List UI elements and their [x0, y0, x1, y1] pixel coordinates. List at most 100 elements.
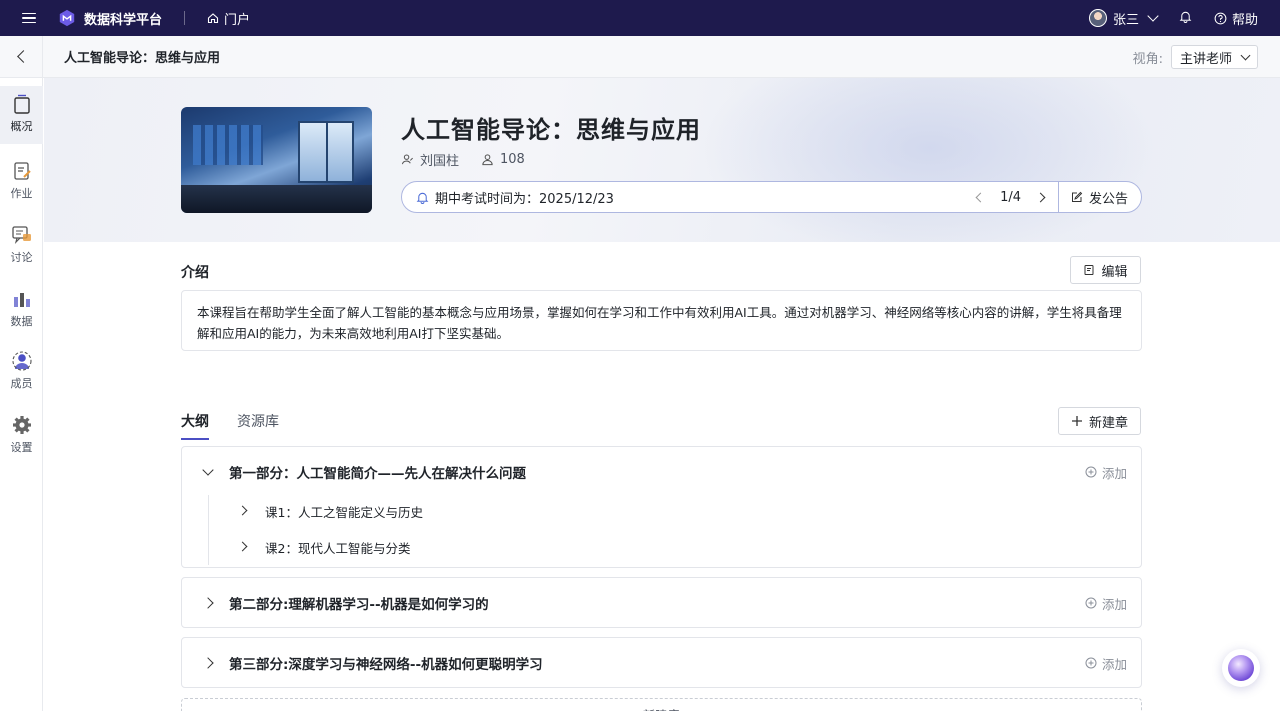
chapter-header[interactable]: 第三部分:深度学习与神经网络--机器如何更聪明学习 添加 [182, 638, 1141, 688]
app-logo[interactable]: 数据科学平台 [58, 9, 162, 28]
teacher-name: 刘国柱 [420, 154, 460, 169]
intro-title: 介绍 [181, 265, 209, 281]
gear-icon [12, 416, 31, 434]
add-button[interactable]: 添加 [1085, 594, 1127, 613]
rail-label: 数据 [10, 315, 33, 328]
cover-window [298, 121, 354, 183]
chapter-header[interactable]: 第二部分:理解机器学习--机器是如何学习的 添加 [182, 578, 1141, 628]
add-circle-icon [1085, 657, 1097, 669]
plus-icon [1071, 416, 1082, 426]
rail-label: 讨论 [10, 251, 33, 264]
rail-item-discussion[interactable]: 讨论 [0, 224, 43, 265]
tab-resources[interactable]: 资源库 [237, 411, 279, 440]
add-button[interactable]: 添加 [1085, 654, 1127, 673]
chapter-title: 第一部分：人工智能简介——先人在解决什么问题 [229, 466, 526, 482]
cover-panel [193, 125, 263, 165]
add-button[interactable]: 添加 [1085, 463, 1127, 482]
student-count-value: 108 [500, 152, 525, 167]
lesson-item[interactable]: 课1：人工之智能定义与历史 [182, 496, 1141, 526]
view-label: 视角: [1132, 51, 1163, 67]
chapter-card: 第三部分:深度学习与神经网络--机器如何更聪明学习 添加 [181, 637, 1142, 688]
tab-outline[interactable]: 大纲 [181, 411, 209, 440]
app-name: 数据科学平台 [84, 12, 163, 28]
logo-icon [59, 9, 75, 27]
user-menu[interactable]: 张三 [1088, 9, 1159, 28]
data-icon [13, 293, 30, 307]
divider [1058, 182, 1059, 212]
bell-icon [1179, 11, 1192, 23]
chevron-left-icon[interactable] [975, 192, 986, 202]
add-circle-icon [1085, 466, 1097, 478]
student-count: 108 [481, 152, 525, 167]
chapter-card: 第二部分:理解机器学习--机器是如何学习的 添加 [181, 577, 1142, 628]
chevron-right-icon [237, 505, 248, 516]
help-button[interactable]: 帮助 [1214, 9, 1258, 28]
chapter-title: 第三部分:深度学习与神经网络--机器如何更聪明学习 [229, 657, 543, 673]
course-hero: 人工智能导论：思维与应用 刘国柱 108 期中考试时间为：2025/12/23 … [44, 78, 1280, 242]
book-icon [13, 94, 30, 114]
left-rail: 概况 作业 讨论 数据 成员 设置 [0, 78, 43, 711]
rail-item-members[interactable]: 成员 [0, 350, 43, 391]
rail-label: 成员 [10, 377, 33, 390]
chapter-header[interactable]: 第一部分：人工智能简介——先人在解决什么问题 添加 [182, 447, 1141, 497]
user-icon [482, 154, 493, 166]
portal-link[interactable]: 门户 [207, 9, 250, 28]
notification-button[interactable] [1179, 10, 1192, 27]
discussion-icon [11, 226, 31, 244]
edit-intro-button[interactable]: 编辑 [1070, 256, 1141, 284]
members-icon [11, 351, 32, 371]
help-label: 帮助 [1231, 12, 1258, 28]
rail-item-assignment[interactable]: 作业 [0, 160, 43, 201]
chevron-down-icon [1147, 10, 1159, 22]
chapter-title: 第二部分:理解机器学习--机器是如何学习的 [229, 597, 489, 613]
post-announcement-label: 发公告 [1088, 191, 1128, 207]
edit-icon [1071, 191, 1083, 202]
chevron-left-icon [16, 50, 30, 63]
view-value: 主讲老师 [1179, 51, 1232, 67]
divider [184, 11, 186, 25]
view-select[interactable]: 主讲老师 [1170, 45, 1258, 69]
user-name: 张三 [1112, 12, 1139, 28]
new-chapter-button[interactable]: 新建章 [1058, 407, 1141, 435]
menu-icon[interactable] [22, 12, 36, 24]
chevron-right-icon [202, 657, 214, 669]
chevron-down-icon [1240, 50, 1251, 60]
chevron-right-icon[interactable] [1035, 192, 1046, 202]
back-button[interactable] [0, 35, 43, 78]
chevron-right-icon [237, 541, 248, 552]
chevron-right-icon [202, 597, 214, 609]
portal-label: 门户 [224, 12, 251, 28]
announcement-bar[interactable]: 期中考试时间为：2025/12/23 1/4 发公告 [401, 181, 1142, 213]
lesson-title: 课1：人工之智能定义与历史 [265, 504, 423, 520]
ai-assistant-button[interactable] [1222, 649, 1260, 687]
new-chapter-dashed-label: 新建章 [643, 705, 681, 711]
tab-bar: 大纲 资源库 [181, 411, 279, 440]
chapter-card: 第一部分：人工智能简介——先人在解决什么问题 添加 课1：人工之智能定义与历史 … [181, 446, 1142, 568]
lesson-item[interactable]: 课2：现代人工智能与分类 [182, 532, 1141, 562]
chevron-down-icon [202, 464, 214, 476]
new-chapter-label: 新建章 [1088, 415, 1128, 431]
teacher-icon [401, 154, 413, 165]
add-label: 添加 [1101, 465, 1127, 481]
add-label: 添加 [1101, 596, 1127, 612]
add-label: 添加 [1101, 656, 1127, 672]
help-icon [1214, 12, 1227, 24]
rail-label: 设置 [10, 441, 33, 454]
rail-item-overview[interactable]: 概况 [0, 86, 43, 144]
rail-item-settings[interactable]: 设置 [0, 414, 43, 455]
post-announcement-button[interactable]: 发公告 [1071, 182, 1128, 212]
intro-text: 本课程旨在帮助学生全面了解人工智能的基本概念与应用场景，掌握如何在学习和工作中有… [181, 290, 1142, 351]
announcement-pager: 1/4 [975, 182, 1046, 212]
avatar [1088, 9, 1107, 27]
course-cover-image [181, 107, 372, 213]
course-title: 人工智能导论：思维与应用 [401, 116, 701, 144]
rail-label: 概况 [10, 120, 33, 133]
cover-desk [181, 185, 372, 213]
top-bar: 数据科学平台 门户 张三 帮助 [0, 0, 1280, 36]
rail-item-data[interactable]: 数据 [0, 288, 43, 329]
home-icon [207, 13, 219, 24]
teacher: 刘国柱 [401, 150, 459, 169]
new-chapter-dashed-button[interactable]: 新建章 [181, 698, 1142, 711]
hero-glow [700, 78, 1160, 242]
announcement-text: 期中考试时间为：2025/12/23 [435, 191, 614, 207]
